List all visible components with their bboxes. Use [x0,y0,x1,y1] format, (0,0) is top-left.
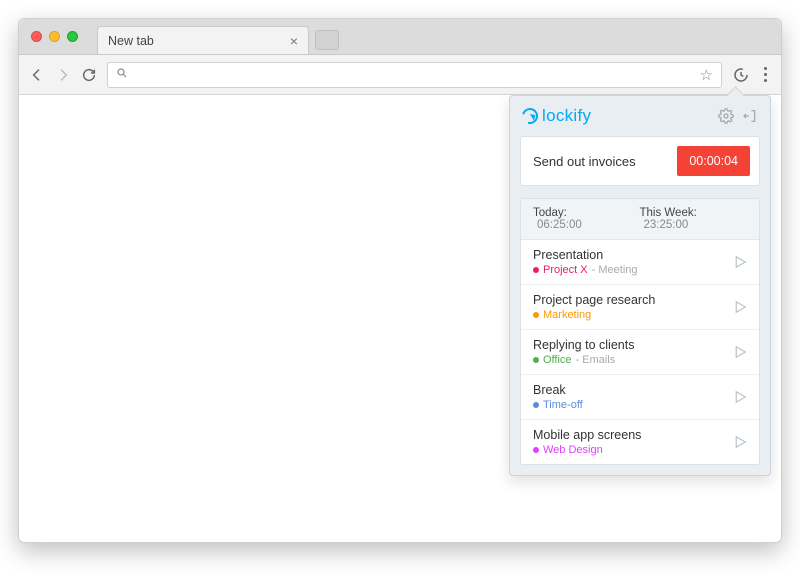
close-window-button[interactable] [31,31,42,42]
entry-project: Project X [543,264,588,276]
reload-button[interactable] [81,67,97,83]
week-label: This Week: [639,207,696,219]
entry-meta: Marketing [533,309,655,321]
entry-title: Mobile app screens [533,428,641,442]
search-icon [116,67,128,82]
clockify-mark-icon [519,105,541,127]
stop-timer-button[interactable]: 00:00:04 [677,146,750,176]
clockify-logo: lockify [522,106,591,126]
week-value: 23:25:00 [643,219,688,231]
entry-project: Marketing [543,309,591,321]
project-color-dot [533,357,539,363]
popup-header: lockify [520,106,760,126]
tab-title: New tab [108,34,154,48]
forward-button[interactable] [55,67,71,83]
play-entry-button[interactable] [731,253,749,271]
brand-text: lockify [542,106,591,126]
entry-meta: Project X - Meeting [533,264,638,276]
entry-tag: - Meeting [592,264,638,276]
time-entry[interactable]: Break Time-off [521,375,759,420]
play-entry-button[interactable] [731,343,749,361]
entry-project: Office [543,354,572,366]
entry-title: Break [533,383,583,397]
settings-button[interactable] [718,108,734,124]
time-entry[interactable]: Presentation Project X - Meeting [521,240,759,285]
play-entry-button[interactable] [731,433,749,451]
clockify-popup: lockify Send out invoices 00:00:04 Today… [509,95,771,476]
maximize-window-button[interactable] [67,31,78,42]
new-tab-button[interactable] [315,30,339,50]
back-button[interactable] [29,67,45,83]
today-value: 06:25:00 [537,219,582,231]
browser-tab[interactable]: New tab × [97,26,309,54]
close-tab-icon[interactable]: × [290,34,298,48]
entry-title: Project page research [533,293,655,307]
logout-button[interactable] [742,108,758,124]
entries-card: Today: 06:25:00 This Week: 23:25:00 Pres… [520,198,760,465]
current-timer-card: Send out invoices 00:00:04 [520,136,760,186]
project-color-dot [533,447,539,453]
browser-window: New tab × ☆ l [18,18,782,543]
browser-menu-button[interactable] [760,65,771,84]
project-color-dot [533,312,539,318]
entry-title: Presentation [533,248,638,262]
summary-bar: Today: 06:25:00 This Week: 23:25:00 [521,199,759,240]
address-bar[interactable]: ☆ [107,62,722,88]
play-entry-button[interactable] [731,388,749,406]
entry-meta: Time-off [533,399,583,411]
play-entry-button[interactable] [731,298,749,316]
entry-meta: Web Design [533,444,641,456]
entry-project: Web Design [543,444,603,456]
project-color-dot [533,402,539,408]
entry-project: Time-off [543,399,583,411]
browser-toolbar: ☆ [19,55,781,95]
window-controls [31,31,78,42]
bookmark-star-icon[interactable]: ☆ [700,66,713,84]
entry-tag: - Emails [576,354,616,366]
entry-title: Replying to clients [533,338,634,352]
time-entry[interactable]: Project page research Marketing [521,285,759,330]
minimize-window-button[interactable] [49,31,60,42]
time-entry[interactable]: Mobile app screens Web Design [521,420,759,464]
tab-strip: New tab × [19,19,781,55]
current-task-input[interactable]: Send out invoices [533,154,636,169]
clockify-extension-icon[interactable] [732,66,750,84]
entry-meta: Office - Emails [533,354,634,366]
project-color-dot [533,267,539,273]
time-entry[interactable]: Replying to clients Office - Emails [521,330,759,375]
today-label: Today: [533,207,567,219]
